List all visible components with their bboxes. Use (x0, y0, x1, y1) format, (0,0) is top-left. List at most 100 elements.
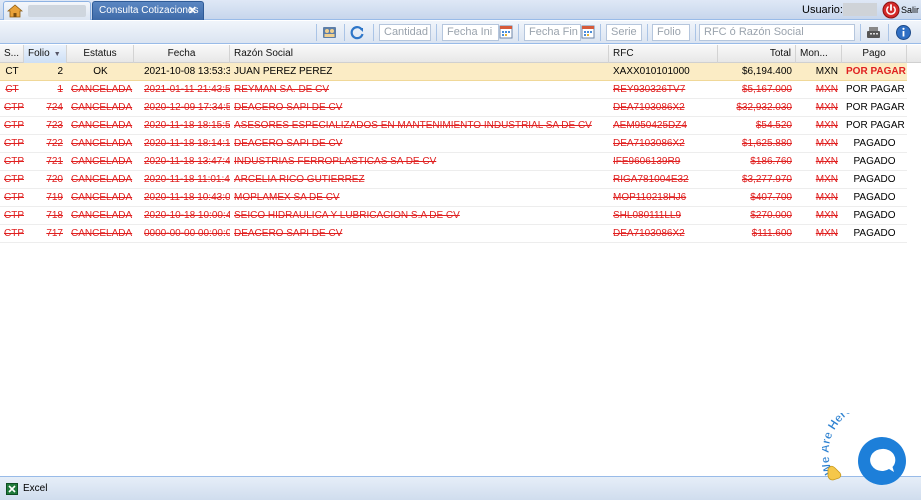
cell-serie: CTP (4, 138, 24, 149)
cell-serie: CTP (4, 120, 24, 131)
col-header-pago[interactable]: Pago (842, 45, 907, 63)
tab-label: Consulta Cotizaciones (99, 5, 199, 16)
cell-fecha: 2021-01-11 21:43:56 (144, 84, 230, 95)
home-tab[interactable] (3, 1, 91, 20)
excel-icon[interactable] (6, 483, 18, 495)
info-icon[interactable] (895, 24, 912, 41)
cell-pago: PAGADO (853, 210, 896, 221)
calendar-icon[interactable] (499, 25, 513, 39)
table-row[interactable]: CTP 717 CANCELADA 0000-00-00 00:00:00 DE… (0, 225, 907, 243)
cell-pago: PAGADO (853, 192, 896, 203)
toolbar-separator (316, 24, 317, 41)
cell-total: $1,625.880 (741, 138, 792, 149)
col-header-fecha[interactable]: Fecha (134, 45, 230, 63)
col-header-razon-social[interactable]: Razón Social (230, 45, 609, 63)
cell-moneda: MXN (815, 102, 838, 113)
col-header-moneda[interactable]: Mon... (796, 45, 842, 63)
toolbar-separator (518, 24, 519, 41)
table-row[interactable]: CTP 721 CANCELADA 2020-11-18 13:47:42 IN… (0, 153, 907, 171)
users-filter-icon[interactable] (321, 24, 338, 41)
grid-header: S... Folio ▼ Estatus Fecha Razón Social R… (0, 45, 907, 63)
refresh-icon[interactable] (349, 24, 366, 41)
table-row[interactable]: CTP 722 CANCELADA 2020-11-18 18:14:13 DE… (0, 135, 907, 153)
cell-fecha: 2020-12-09 17:34:58 (144, 102, 230, 113)
col-header-estatus[interactable]: Estatus (67, 45, 134, 63)
redacted-username (843, 3, 877, 16)
table-row[interactable]: CTP 724 CANCELADA 2020-12-09 17:34:58 DE… (0, 99, 907, 117)
col-header-folio[interactable]: Folio ▼ (24, 45, 67, 63)
tab-consulta-cotizaciones[interactable]: Consulta Cotizaciones ✕ (92, 1, 204, 20)
table-row[interactable]: CTP 720 CANCELADA 2020-11-18 11:01:43 AR… (0, 171, 907, 189)
cell-razon-social: DEACERO SAPI DE CV (234, 102, 343, 113)
cell-estatus: CANCELADA (71, 228, 133, 239)
fecha-fin-input[interactable]: Fecha Fin (524, 24, 581, 41)
cell-folio: 722 (46, 138, 63, 149)
cell-fecha: 2020-11-18 18:14:13 (144, 138, 230, 149)
cell-folio: 721 (46, 156, 63, 167)
cell-fecha: 2021-10-08 13:53:36 (144, 66, 230, 77)
cell-moneda: MXN (815, 192, 838, 203)
cash-register-icon[interactable] (865, 24, 882, 41)
cell-total: $270.000 (750, 210, 792, 221)
fecha-ini-input[interactable]: Fecha Ini (442, 24, 499, 41)
cell-pago: PAGADO (853, 138, 896, 149)
cell-folio: 719 (46, 192, 63, 203)
table-row[interactable]: CTP 718 CANCELADA 2020-10-18 10:00:42 SE… (0, 207, 907, 225)
table-row[interactable]: CTP 723 CANCELADA 2020-11-18 18:15:59 AS… (0, 117, 907, 135)
cell-razon-social: INDUSTRIAS FERROPLASTICAS SA DE CV (234, 156, 437, 167)
cell-rfc: DEA7103086X2 (613, 228, 685, 239)
scrollbar-header-cap (907, 45, 921, 63)
toolbar-separator (860, 24, 861, 41)
chat-banner-text: We Are Here! (822, 413, 857, 477)
cell-razon-social: JUAN PEREZ PEREZ (234, 66, 333, 77)
col-header-serie[interactable]: S... (0, 45, 24, 63)
grid-body: CT 2 OK 2021-10-08 13:53:36 JUAN PEREZ P… (0, 63, 921, 475)
cell-estatus: CANCELADA (71, 174, 133, 185)
table-row[interactable]: CT 1 CANCELADA 2021-01-11 21:43:56 REYMA… (0, 81, 907, 99)
waving-hand-icon (827, 465, 842, 481)
cell-estatus: CANCELADA (71, 156, 133, 167)
cell-estatus: CANCELADA (71, 120, 133, 131)
cell-fecha: 2020-10-18 10:00:42 (144, 210, 230, 221)
cell-estatus: CANCELADA (71, 102, 133, 113)
serie-input[interactable]: Serie (606, 24, 642, 41)
cell-moneda: MXN (815, 228, 838, 239)
folio-input[interactable]: Folio (652, 24, 690, 41)
cell-rfc: DEA7103086X2 (613, 138, 685, 149)
cell-pago: POR PAGAR (846, 84, 905, 95)
cell-razon-social: DEACERO SAPI DE CV (234, 138, 343, 149)
cell-fecha: 2020-11-18 10:43:02 (144, 192, 230, 203)
col-header-total[interactable]: Total (718, 45, 796, 63)
cell-serie: CTP (4, 228, 24, 239)
cell-folio: 717 (46, 228, 63, 239)
cell-rfc: RIGA781004E32 (613, 174, 689, 185)
cell-estatus: OK (93, 66, 108, 77)
cell-rfc: AEM950425DZ4 (613, 120, 687, 131)
cell-folio: 2 (57, 66, 63, 77)
cell-serie: CTP (4, 102, 24, 113)
close-tab-icon[interactable]: ✕ (188, 2, 197, 20)
excel-export-button[interactable]: Excel (23, 483, 47, 494)
rfc-search-input[interactable]: RFC ó Razón Social (699, 24, 855, 41)
salir-link[interactable]: Salir (901, 5, 919, 15)
toolbar-separator (695, 24, 696, 41)
toolbar-separator (600, 24, 601, 41)
cell-razon-social: SEICO HIDRAULICA Y LUBRICACION S.A DE CV (234, 210, 460, 221)
table-row[interactable]: CT 2 OK 2021-10-08 13:53:36 JUAN PEREZ P… (0, 63, 907, 81)
cell-folio: 1 (57, 84, 63, 95)
cell-serie: CTP (4, 210, 24, 221)
logout-icon[interactable] (882, 1, 900, 19)
col-header-rfc[interactable]: RFC (609, 45, 718, 63)
calendar-icon[interactable] (581, 25, 595, 39)
cell-moneda: MXN (815, 66, 838, 77)
cantidad-input[interactable]: Cantidad (379, 24, 431, 41)
cell-razon-social: DEACERO SAPI DE CV (234, 228, 343, 239)
cell-pago: POR PAGAR (846, 120, 905, 131)
home-icon (7, 4, 23, 18)
chat-banner: We Are Here! (822, 413, 858, 477)
toolbar-separator (888, 24, 889, 41)
table-row[interactable]: CTP 719 CANCELADA 2020-11-18 10:43:02 MO… (0, 189, 907, 207)
usuario-label: Usuario: (802, 4, 843, 16)
cell-serie: CT (5, 66, 19, 77)
chat-widget[interactable]: We Are Here! (822, 413, 921, 500)
